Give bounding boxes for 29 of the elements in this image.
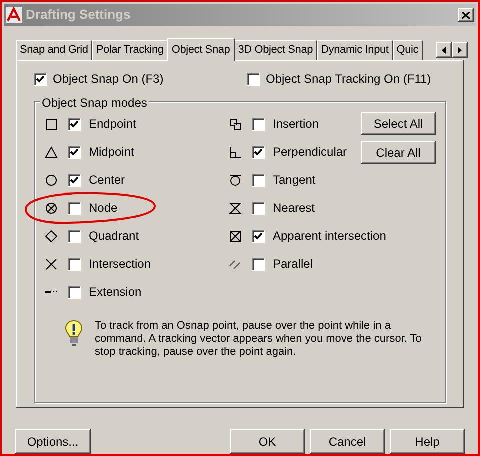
checkbox-label: Node xyxy=(89,200,118,217)
window-title: Drafting Settings xyxy=(26,6,132,24)
tab[interactable]: Snap and Grid xyxy=(16,40,92,60)
options-button[interactable]: Options... xyxy=(15,429,91,454)
checkbox-label: Apparent intersection xyxy=(273,228,386,245)
dialog-button[interactable]: OK xyxy=(230,429,305,454)
checkbox-label: Object Snap On (F3) xyxy=(53,71,164,88)
tab[interactable]: 3D Object Snap xyxy=(234,40,318,60)
mode-button[interactable]: Select All xyxy=(361,112,436,135)
checkbox-label: Insertion xyxy=(273,116,320,133)
dialog-button[interactable]: Help xyxy=(390,429,465,454)
tab[interactable]: Quic xyxy=(392,40,423,60)
tab[interactable]: Polar Tracking xyxy=(92,40,168,60)
dialog-button[interactable]: Cancel xyxy=(310,429,385,454)
tip-text: To track from an Osnap point, pause over the point while in a command. A tracking vector appears when you move the cursor. To stop tracking, pause over the point again. xyxy=(95,320,423,359)
checkbox-label: Object Snap Tracking On (F11) xyxy=(266,71,432,88)
mode-button[interactable]: Clear All xyxy=(361,141,436,164)
checkbox-label: Parallel xyxy=(273,256,314,273)
checkbox-label: Center xyxy=(89,172,126,189)
checkbox-label: Nearest xyxy=(273,200,316,217)
checkbox-label: Tangent xyxy=(273,172,316,189)
checkbox-label: Extension xyxy=(89,284,142,301)
checkbox-label: Quadrant xyxy=(89,228,140,245)
checkbox-label: Midpoint xyxy=(89,144,134,161)
tab[interactable]: Dynamic Input xyxy=(317,40,393,60)
checkbox-label: Intersection xyxy=(89,256,152,273)
checkbox-label: Perpendicular xyxy=(273,144,348,161)
tab[interactable]: Object Snap xyxy=(166,38,236,61)
checkbox-label: Endpoint xyxy=(89,116,136,133)
